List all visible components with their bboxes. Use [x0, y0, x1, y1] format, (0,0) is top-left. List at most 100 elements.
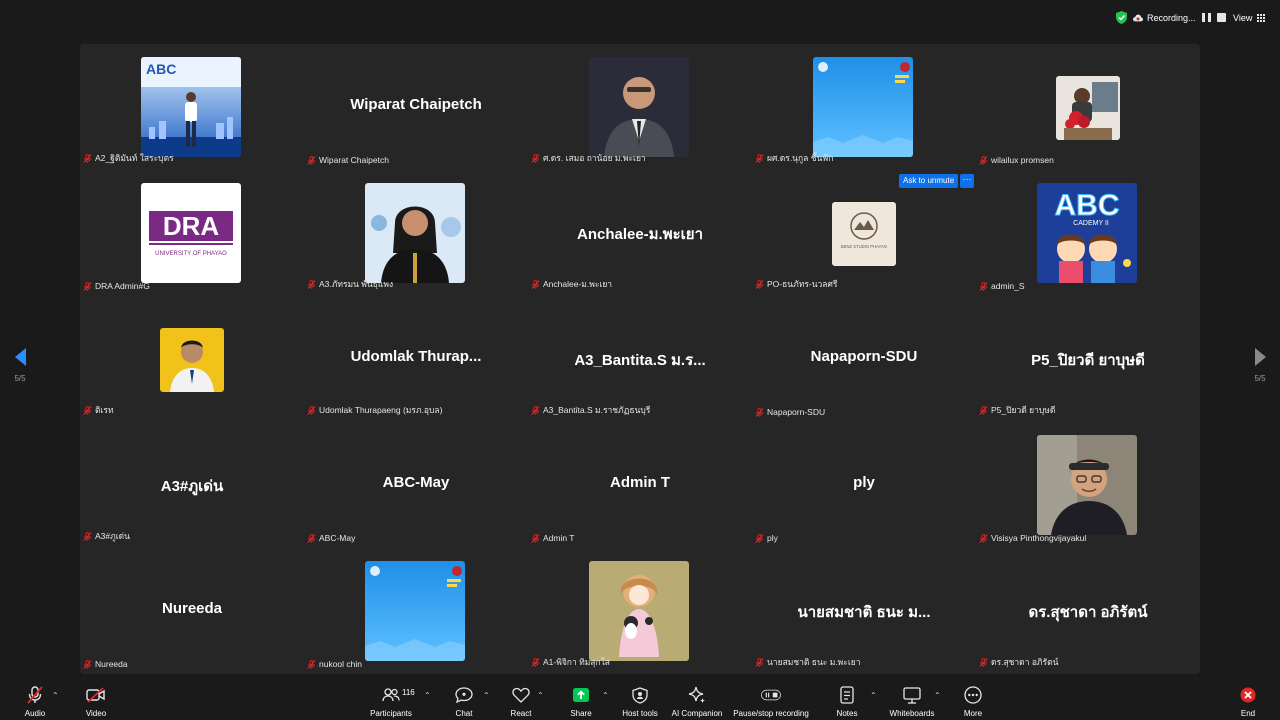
whiteboard-icon — [902, 686, 922, 704]
react-caret-icon[interactable]: ⌃ — [537, 691, 544, 700]
participant-tile[interactable]: P5_ปิยวดี ยาบุษดี P5_ปิยวดี ยาบุษดี — [976, 296, 1200, 422]
participant-tile[interactable]: Visisya Pinthongvijayakul — [976, 422, 1200, 548]
stop-recording-icon[interactable] — [1216, 13, 1226, 22]
participant-tile[interactable]: A3_Bantita.S ม.ร... A3_Bantita.S ม.ราชภัฏ… — [528, 296, 752, 422]
end-button[interactable]: End — [1213, 686, 1280, 718]
mic-muted-icon — [979, 657, 988, 667]
participant-tile[interactable]: Wiparat Chaipetch Wiparat Chaipetch — [304, 44, 528, 170]
pause-stop-recording-button[interactable]: Pause/stop recording — [733, 686, 809, 718]
participant-name-label: admin_S — [979, 281, 1025, 291]
participant-name: A3_Bantita.S ม.ราชภัฏธนบุรี — [543, 405, 651, 415]
participant-name: admin_S — [991, 281, 1025, 291]
video-off-icon — [86, 686, 106, 704]
participant-name: Nureeda — [95, 659, 128, 669]
participant-name-label: PO-ธนภัทร-นวลศรี — [755, 277, 837, 291]
mic-muted-icon — [979, 533, 988, 543]
mic-muted-icon — [83, 153, 92, 163]
participant-tile[interactable]: ABC A2_ฐิติมันท์ ใสระบุตร — [80, 44, 304, 170]
video-button[interactable]: Video — [61, 686, 131, 718]
participant-name-label: Napaporn-SDU — [755, 407, 825, 417]
participant-name-label: A3_Bantita.S ม.ราชภัฏธนบุรี — [531, 403, 650, 417]
arrow-right-icon — [1254, 348, 1266, 366]
audio-label: Audio — [24, 709, 46, 718]
participant-name: P5_ปิยวดี ยาบุษดี — [991, 405, 1056, 415]
participant-count: 116 — [402, 688, 415, 697]
participant-tile[interactable]: ABC CADEMY II admin_S — [976, 170, 1200, 296]
participant-tile[interactable]: A3.ภัทรมน พันธุ์แพง — [304, 170, 528, 296]
meeting-toolbar: Audio ⌃ Video Participants 116 ⌃ Chat ⌃ … — [0, 682, 1280, 720]
participant-tile[interactable]: Anchalee-ม.พะเยา Anchalee-ม.พะเยา — [528, 170, 752, 296]
recording-indicator[interactable]: Recording... — [1116, 11, 1226, 24]
participant-tile[interactable]: ply ply — [752, 422, 976, 548]
participant-tile[interactable]: Napaporn-SDU Napaporn-SDU — [752, 296, 976, 422]
participant-name: Admin T — [543, 533, 575, 543]
participant-avatar — [1056, 76, 1120, 140]
participant-tile[interactable]: ABC-May ABC-May — [304, 422, 528, 548]
participant-tile[interactable]: Nureeda Nureeda — [80, 548, 304, 674]
shield-icon — [1116, 11, 1127, 24]
participant-tile[interactable]: wilailux promsen — [976, 44, 1200, 170]
mic-muted-icon — [307, 155, 316, 165]
participant-tile[interactable]: A3#ภูเด่น A3#ภูเด่น — [80, 422, 304, 548]
participant-tile[interactable]: Admin T Admin T — [528, 422, 752, 548]
ask-to-unmute-button[interactable]: Ask to unmute — [899, 174, 959, 188]
participant-name-label: Nureeda — [83, 659, 128, 669]
participant-name-label: Udomlak Thurapaeng (มรภ.อุบล) — [307, 403, 442, 417]
dra-logo-subtext: UNIVERSITY OF PHAYAO — [155, 251, 227, 257]
more-button[interactable]: More — [938, 686, 1008, 718]
mic-muted-icon — [307, 659, 316, 669]
mic-muted-icon — [25, 686, 45, 704]
end-call-icon — [1238, 686, 1258, 704]
arrow-left-icon — [14, 348, 26, 366]
participant-tile[interactable]: nukool chin — [304, 548, 528, 674]
participant-tile[interactable]: A1-พิจิกา ทิมสุกใส — [528, 548, 752, 674]
participant-name: ติเรท — [95, 405, 114, 415]
participant-avatar — [365, 183, 465, 283]
more-label: More — [963, 709, 983, 718]
heart-icon — [511, 686, 531, 704]
audio-options-caret-icon[interactable]: ⌃ — [52, 691, 59, 700]
participant-display-name: Napaporn-SDU — [810, 348, 918, 365]
participant-name: Napaporn-SDU — [767, 407, 826, 417]
participant-tile[interactable]: BENZ STUDIO PHAYAO PO-ธนภัทร-นวลศรี — [752, 170, 976, 296]
participant-name: ABC-May — [319, 533, 356, 543]
participant-display-name: P5_ปิยวดี ยาบุษดี — [1031, 352, 1145, 369]
participant-display-name: ดร.สุชาดา อภิรัตน์ — [1028, 604, 1148, 621]
participant-avatar — [365, 561, 465, 661]
participants-button[interactable]: Participants — [356, 686, 426, 718]
participant-avatar — [589, 57, 689, 157]
abc-logo-text: ABC — [1055, 189, 1120, 222]
mic-muted-icon — [307, 405, 316, 415]
participant-name-label: Visisya Pinthongvijayakul — [979, 533, 1086, 543]
whiteboards-label: Whiteboards — [889, 709, 935, 718]
previous-page-button[interactable]: 5/5 — [8, 348, 32, 383]
participant-name-label: Admin T — [531, 533, 575, 543]
participant-name: ผศ.ดร.นุกูล ชิ้นฟัก — [767, 153, 834, 163]
ai-companion-button[interactable]: AI Companion — [662, 686, 732, 718]
pause-stop-icon — [761, 686, 781, 704]
participant-grid: ABC A2_ฐิติมันท์ ใสระบุตร Wiparat Chaipetc… — [80, 44, 1200, 674]
audio-button[interactable]: Audio — [0, 686, 70, 718]
participant-tile[interactable]: นายสมชาติ ธนะ ม... นายสมชาติ ธนะ ม.พะเยา — [752, 548, 976, 674]
view-label: View — [1233, 13, 1253, 23]
sparkle-icon — [687, 686, 707, 704]
participant-tile[interactable]: ดร.สุชาดา อภิรัตน์ ดร.สุชาดา อภิรัตน์ — [976, 548, 1200, 674]
chat-icon — [454, 686, 474, 704]
participant-display-name: ply — [853, 474, 875, 491]
participants-label: Participants — [370, 709, 412, 718]
participant-display-name: Nureeda — [161, 600, 223, 617]
notes-caret-icon[interactable]: ⌃ — [870, 691, 877, 700]
participant-tile[interactable]: ศ.ดร. เสมอ ถาน้อย ม.พะเยา — [528, 44, 752, 170]
participant-tile[interactable]: Udomlak Thurap... Udomlak Thurapaeng (มรภ… — [304, 296, 528, 422]
participant-tile[interactable]: ติเรท — [80, 296, 304, 422]
chat-label: Chat — [455, 709, 473, 718]
participant-tile[interactable]: DRA UNIVERSITY OF PHAYAO DRA Admin#G — [80, 170, 304, 296]
tile-more-button[interactable]: ··· — [960, 174, 974, 188]
grid-view-icon — [1257, 13, 1266, 23]
participant-tile[interactable]: ผศ.ดร.นุกูล ชิ้นฟัก — [752, 44, 976, 170]
view-button[interactable]: View — [1233, 13, 1266, 23]
svg-text:ABC: ABC — [146, 61, 176, 77]
pause-recording-icon[interactable] — [1201, 13, 1211, 22]
next-page-button[interactable]: 5/5 — [1248, 348, 1272, 383]
participant-name: wilailux promsen — [991, 155, 1054, 165]
